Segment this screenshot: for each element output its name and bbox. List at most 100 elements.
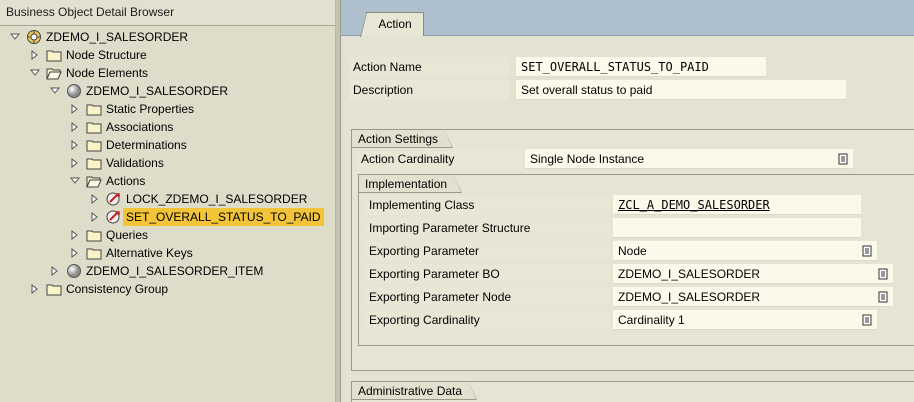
- admin-data-title: Administrative Data: [352, 381, 478, 400]
- expand-right-arrow-icon[interactable]: [70, 136, 80, 154]
- tree-node-label: Validations: [106, 156, 164, 170]
- implementation-title-text: Implementation: [365, 177, 448, 191]
- value-help-icon[interactable]: [837, 153, 849, 165]
- tree-node-label: Associations: [106, 120, 174, 134]
- business-object-icon: [26, 29, 42, 45]
- exporting-bo-field[interactable]: ZDEMO_I_SALESORDER: [613, 264, 893, 284]
- tree-node[interactable]: Node Structure: [0, 46, 335, 64]
- value-help-icon[interactable]: [877, 268, 889, 280]
- tree-node-label: ZDEMO_I_SALESORDER_ITEM: [86, 264, 264, 278]
- exporting-param-value: Node: [618, 244, 647, 258]
- tree-node[interactable]: SET_OVERALL_STATUS_TO_PAID: [0, 208, 335, 226]
- tree-node-label: Actions: [106, 174, 146, 188]
- object-tree-panel: Business Object Detail Browser ZDEMO_I_S…: [0, 0, 336, 402]
- description-label: Description: [349, 80, 509, 100]
- exporting-cardinality-field[interactable]: Cardinality 1: [613, 310, 877, 330]
- implementing-class-field[interactable]: ZCL_A_DEMO_SALESORDER: [613, 195, 861, 215]
- action-cardinality-label: Action Cardinality: [357, 149, 523, 169]
- exporting-param-field[interactable]: Node: [613, 241, 877, 261]
- folder-icon: [86, 155, 102, 171]
- tree-node-label: Alternative Keys: [106, 246, 193, 260]
- expand-down-arrow-icon[interactable]: [30, 64, 40, 82]
- expand-down-arrow-icon[interactable]: [10, 28, 20, 46]
- tree-node[interactable]: Static Properties: [0, 100, 335, 118]
- tree-node[interactable]: Validations: [0, 154, 335, 172]
- expand-right-arrow-icon[interactable]: [70, 154, 80, 172]
- description-field[interactable]: Set overall status to paid: [516, 80, 846, 100]
- expand-right-arrow-icon[interactable]: [90, 208, 100, 226]
- folder-icon: [46, 281, 62, 297]
- tree-node-label: Determinations: [106, 138, 187, 152]
- exporting-bo-value: ZDEMO_I_SALESORDER: [618, 267, 761, 281]
- tree-node-label: SET_OVERALL_STATUS_TO_PAID: [123, 208, 324, 226]
- exporting-node-field[interactable]: ZDEMO_I_SALESORDER: [613, 287, 893, 307]
- expand-down-arrow-icon[interactable]: [70, 172, 80, 190]
- expand-right-arrow-icon[interactable]: [70, 100, 80, 118]
- expand-right-arrow-icon[interactable]: [30, 46, 40, 64]
- action-icon: [106, 209, 122, 225]
- action-name-field[interactable]: SET_OVERALL_STATUS_TO_PAID: [516, 57, 766, 77]
- tree-node-label: ZDEMO_I_SALESORDER: [86, 84, 229, 98]
- expand-down-arrow-icon[interactable]: [50, 82, 60, 100]
- tree-node[interactable]: Actions: [0, 172, 335, 190]
- folder-icon: [46, 47, 62, 63]
- tab-strip: Action: [341, 0, 914, 37]
- importing-param-label: Importing Parameter Structure: [365, 218, 609, 238]
- tree-node[interactable]: ZDEMO_I_SALESORDER_ITEM: [0, 262, 335, 280]
- exporting-bo-label: Exporting Parameter BO: [365, 264, 609, 284]
- folder-icon: [86, 137, 102, 153]
- admin-data-group: Administrative Data: [351, 381, 914, 402]
- tree-node[interactable]: Consistency Group: [0, 280, 335, 298]
- implementation-title: Implementation: [359, 174, 463, 193]
- folder-icon: [86, 101, 102, 117]
- action-cardinality-field[interactable]: Single Node Instance: [525, 149, 853, 169]
- action-cardinality-value: Single Node Instance: [530, 152, 645, 166]
- tree-node[interactable]: Determinations: [0, 136, 335, 154]
- action-icon: [106, 191, 122, 207]
- tree-node-label: LOCK_ZDEMO_I_SALESORDER: [126, 192, 308, 206]
- action-settings-title: Action Settings: [352, 129, 454, 148]
- folder-open-icon: [46, 65, 62, 81]
- exporting-param-label: Exporting Parameter: [365, 241, 609, 261]
- node-element-icon: [66, 83, 82, 99]
- tab-action[interactable]: Action: [360, 12, 424, 37]
- importing-param-field[interactable]: [613, 218, 861, 238]
- exporting-node-label: Exporting Parameter Node: [365, 287, 609, 307]
- folder-open-icon: [86, 173, 102, 189]
- tree-node[interactable]: Alternative Keys: [0, 244, 335, 262]
- tree-node-label: Node Structure: [66, 48, 147, 62]
- expand-right-arrow-icon[interactable]: [30, 280, 40, 298]
- node-element-icon: [66, 263, 82, 279]
- action-name-label: Action Name: [349, 57, 509, 77]
- tree-node[interactable]: Associations: [0, 118, 335, 136]
- tree-panel-title: Business Object Detail Browser: [0, 0, 335, 26]
- tree-node[interactable]: ZDEMO_I_SALESORDER: [0, 82, 335, 100]
- tree-node-label: ZDEMO_I_SALESORDER: [46, 30, 189, 44]
- exporting-cardinality-label: Exporting Cardinality: [365, 310, 609, 330]
- expand-right-arrow-icon[interactable]: [70, 118, 80, 136]
- expand-right-arrow-icon[interactable]: [70, 244, 80, 262]
- exporting-cardinality-value: Cardinality 1: [618, 313, 685, 327]
- tree-node[interactable]: LOCK_ZDEMO_I_SALESORDER: [0, 190, 335, 208]
- value-help-icon[interactable]: [877, 291, 889, 303]
- tree-node[interactable]: Node Elements: [0, 64, 335, 82]
- expand-right-arrow-icon[interactable]: [50, 262, 60, 280]
- tree-node[interactable]: ZDEMO_I_SALESORDER: [0, 28, 335, 46]
- folder-icon: [86, 119, 102, 135]
- value-help-icon[interactable]: [861, 245, 873, 257]
- expand-right-arrow-icon[interactable]: [70, 226, 80, 244]
- admin-data-title-text: Administrative Data: [358, 384, 463, 398]
- action-settings-title-text: Action Settings: [358, 132, 439, 146]
- value-help-icon[interactable]: [861, 314, 873, 326]
- tree-node[interactable]: Queries: [0, 226, 335, 244]
- folder-icon: [86, 245, 102, 261]
- detail-panel: Action Action Name SET_OVERALL_STATUS_TO…: [341, 0, 914, 402]
- implementing-class-label: Implementing Class: [365, 195, 609, 215]
- tree-node-label: Consistency Group: [66, 282, 169, 296]
- tree-node-label: Node Elements: [66, 66, 149, 80]
- exporting-node-value: ZDEMO_I_SALESORDER: [618, 290, 761, 304]
- folder-icon: [86, 227, 102, 243]
- tree-node-label: Queries: [106, 228, 149, 242]
- expand-right-arrow-icon[interactable]: [90, 190, 100, 208]
- tree-node-label: Static Properties: [106, 102, 195, 116]
